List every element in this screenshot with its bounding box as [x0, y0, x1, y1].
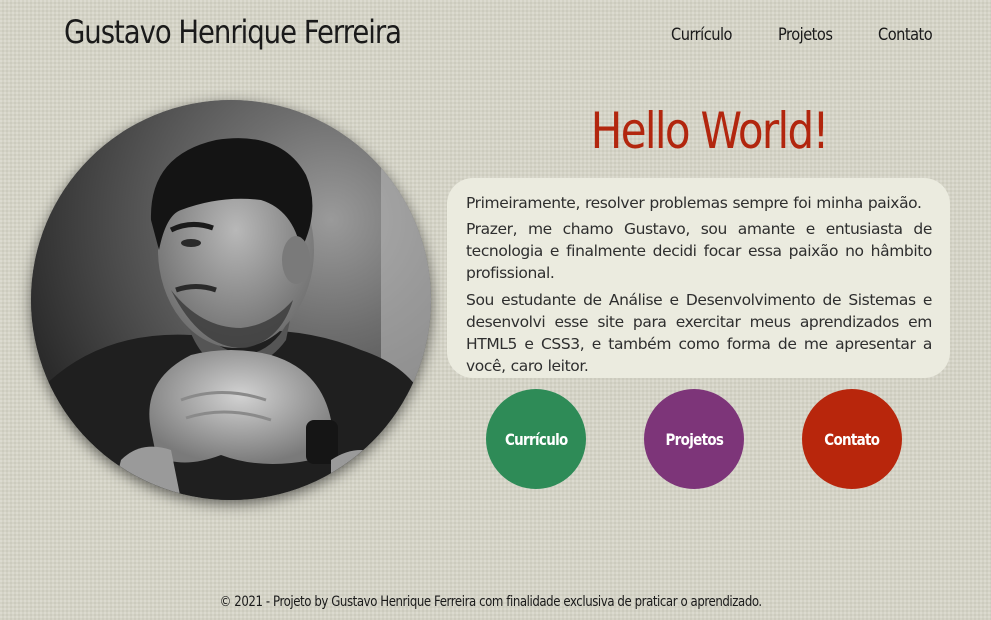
profile-photo: [31, 100, 431, 500]
footer-text: © 2021 - Projeto by Gustavo Henrique Fer…: [219, 594, 762, 610]
intro-paragraph-3: Sou estudante de Análise e Desenvolvimen…: [466, 291, 932, 375]
intro-paragraph-2: Prazer, me chamo Gustavo, sou amante e e…: [466, 220, 932, 282]
nav-link-projetos[interactable]: Projetos: [778, 20, 833, 50]
curriculo-button[interactable]: Currículo: [486, 389, 586, 489]
footer: © 2021 - Projeto by Gustavo Henrique Fer…: [0, 590, 981, 614]
projetos-button[interactable]: Projetos: [644, 389, 744, 489]
site-title: Gustavo Henrique Ferreira: [64, 13, 402, 51]
nav-link-contato[interactable]: Contato: [878, 20, 933, 50]
hello-heading: Hello World!: [590, 102, 830, 160]
projetos-button-label: Projetos: [665, 429, 723, 449]
top-nav: Currículo Projetos Contato: [640, 20, 960, 50]
contato-button[interactable]: Contato: [802, 389, 902, 489]
nav-link-curriculo[interactable]: Currículo: [671, 20, 732, 50]
profile-photo-illustration: [31, 100, 431, 500]
contato-button-label: Contato: [824, 429, 880, 449]
intro-paragraph-1: Primeiramente, resolver problemas sempre…: [466, 194, 922, 212]
curriculo-button-label: Currículo: [504, 429, 568, 449]
intro-card: Primeiramente, resolver problemas sempre…: [447, 178, 950, 378]
